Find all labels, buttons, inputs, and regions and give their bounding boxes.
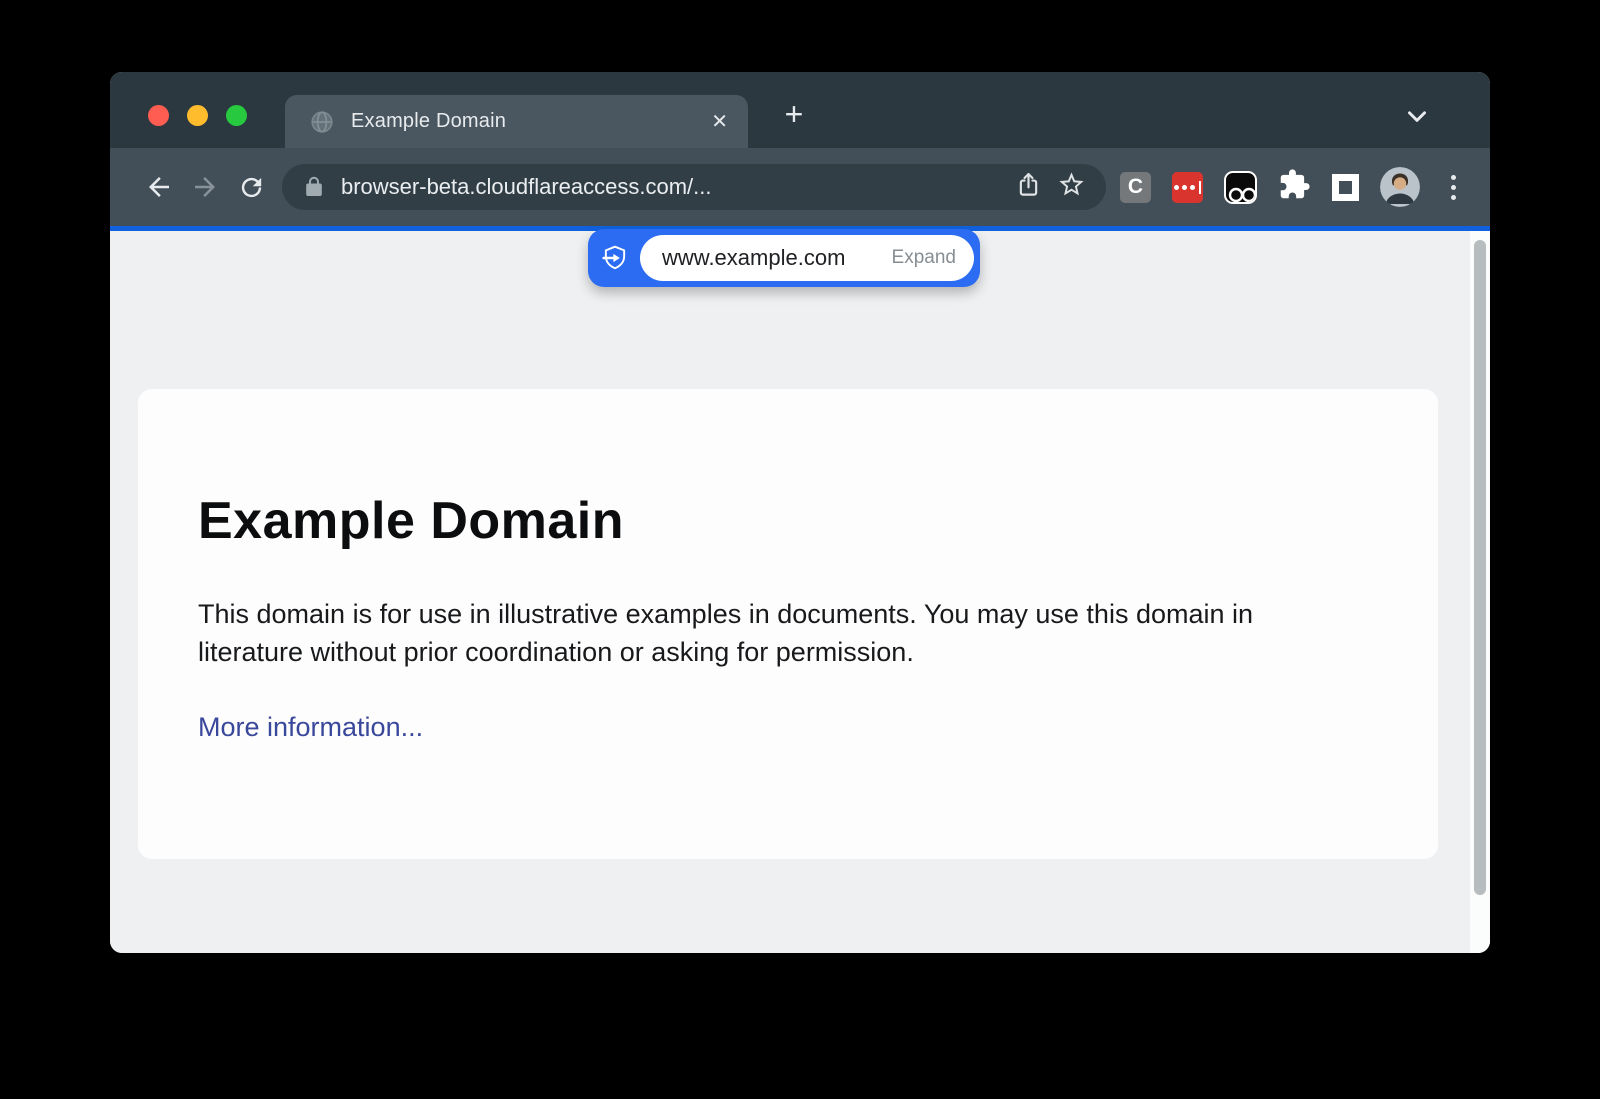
back-arrow-icon: [144, 172, 174, 202]
extensions-menu-button[interactable]: [1278, 168, 1311, 206]
dot-icon: [1451, 195, 1456, 200]
dot-icon: [1182, 185, 1187, 190]
dot-icon: [1190, 185, 1195, 190]
fullscreen-window-button[interactable]: [226, 105, 247, 126]
page-content: www.example.com Expand Example Domain Th…: [110, 231, 1490, 953]
minimize-window-button[interactable]: [187, 105, 208, 126]
reload-icon: [237, 173, 266, 202]
chevron-down-icon[interactable]: [1399, 98, 1435, 134]
tab-title: Example Domain: [351, 110, 711, 133]
domain-banner[interactable]: www.example.com Expand: [588, 229, 980, 287]
tab-strip: Example Domain ✕ +: [110, 72, 1490, 148]
reload-button[interactable]: [228, 164, 274, 210]
forward-arrow-icon: [190, 172, 220, 202]
close-window-button[interactable]: [148, 105, 169, 126]
toolbar: browser-beta.cloudflareaccess.com/... C: [110, 148, 1490, 226]
tab-example-domain[interactable]: Example Domain ✕: [285, 95, 748, 148]
tab-close-button[interactable]: ✕: [711, 112, 728, 132]
side-panel-button[interactable]: [1332, 174, 1359, 201]
puzzle-piece-icon: [1278, 168, 1311, 201]
new-tab-button[interactable]: +: [772, 92, 816, 136]
banner-domain-text: www.example.com: [662, 245, 874, 271]
share-button[interactable]: [1015, 171, 1042, 203]
globe-favicon-icon: [309, 109, 335, 135]
page-card: Example Domain This domain is for use in…: [138, 389, 1438, 859]
browser-window: Example Domain ✕ +: [110, 72, 1490, 953]
dark-mode-extension-button[interactable]: [1224, 171, 1257, 204]
page-title: Example Domain: [198, 491, 1378, 551]
share-icon: [1015, 171, 1042, 198]
password-manager-extension-button[interactable]: [1172, 172, 1203, 203]
bar-icon: [1199, 181, 1202, 194]
more-information-link[interactable]: More information...: [198, 712, 423, 743]
bookmark-button[interactable]: [1057, 170, 1086, 204]
profile-avatar[interactable]: [1380, 167, 1420, 207]
extension-c-button[interactable]: C: [1120, 172, 1151, 203]
url-text: browser-beta.cloudflareaccess.com/...: [341, 174, 712, 200]
scrollbar-track[interactable]: [1470, 231, 1490, 953]
lock-icon: [302, 175, 326, 199]
star-icon: [1057, 170, 1086, 199]
banner-pill: www.example.com Expand: [640, 235, 974, 281]
address-bar[interactable]: browser-beta.cloudflareaccess.com/...: [282, 164, 1106, 210]
dot-icon: [1451, 175, 1456, 180]
shield-arrow-icon: [601, 244, 629, 272]
extension-area: C: [1120, 167, 1466, 207]
browser-menu-button[interactable]: [1441, 171, 1466, 204]
forward-button[interactable]: [182, 164, 228, 210]
dot-icon: [1174, 185, 1179, 190]
page-body-text: This domain is for use in illustrative e…: [198, 595, 1348, 672]
banner-expand-button[interactable]: Expand: [892, 247, 956, 269]
back-button[interactable]: [136, 164, 182, 210]
window-controls: [148, 105, 247, 126]
binoculars-icon: [1226, 173, 1257, 204]
dot-icon: [1451, 185, 1456, 190]
person-icon: [1380, 167, 1420, 207]
scrollbar-thumb[interactable]: [1474, 240, 1486, 895]
